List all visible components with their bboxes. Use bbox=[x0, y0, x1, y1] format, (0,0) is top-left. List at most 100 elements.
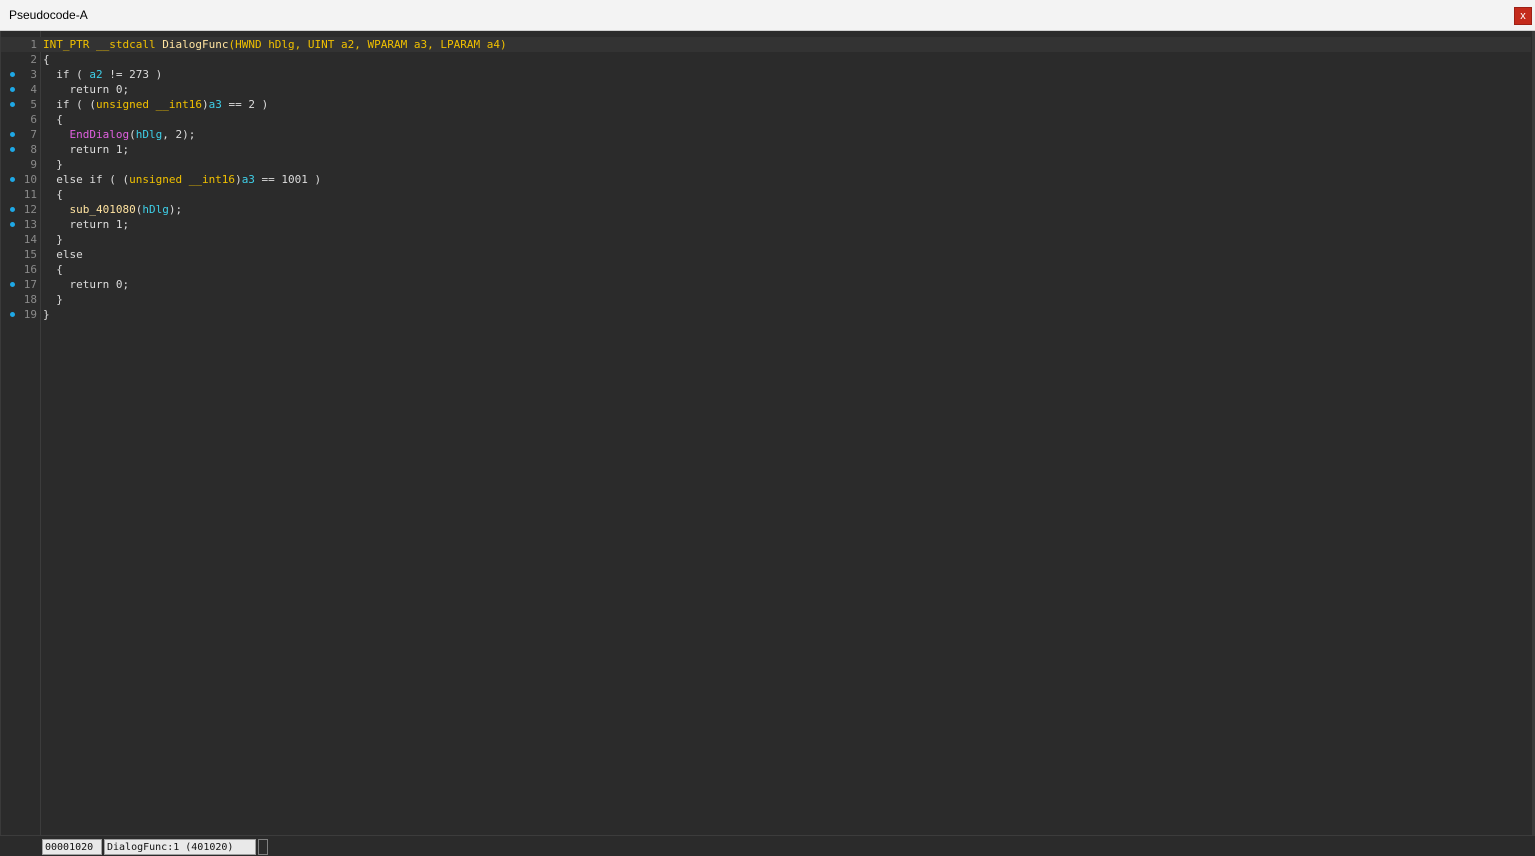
line-number: 3 bbox=[30, 68, 37, 81]
code-text: { bbox=[43, 52, 50, 67]
status-location: DialogFunc:1 (401020) bbox=[104, 839, 256, 855]
code-text: INT_PTR __stdcall DialogFunc(HWND hDlg, … bbox=[43, 37, 507, 52]
code-token: DialogFunc bbox=[162, 38, 229, 51]
code-line[interactable]: 2{ bbox=[1, 52, 1531, 67]
code-token: return 0; bbox=[43, 83, 130, 96]
code-token: } bbox=[43, 293, 63, 306]
code-line[interactable]: 15 else bbox=[1, 247, 1531, 262]
code-token: if ( bbox=[43, 68, 90, 81]
code-token: hDlg bbox=[135, 128, 163, 141]
code-token: ( bbox=[129, 128, 136, 141]
line-number: 18 bbox=[23, 293, 37, 306]
code-token: INT_PTR __stdcall bbox=[43, 38, 163, 51]
line-number: 13 bbox=[23, 218, 37, 231]
code-token: a3 bbox=[241, 173, 255, 186]
code-token: { bbox=[43, 188, 63, 201]
code-token: } bbox=[43, 158, 63, 171]
code-line[interactable]: 5 if ( (unsigned __int16)a3 == 2 ) bbox=[1, 97, 1531, 112]
code-text: } bbox=[43, 157, 63, 172]
code-text: return 1; bbox=[43, 217, 129, 232]
code-line[interactable]: 6 { bbox=[1, 112, 1531, 127]
code-line[interactable]: 17 return 0; bbox=[1, 277, 1531, 292]
line-number: 2 bbox=[30, 53, 37, 66]
code-token: unsigned __int16 bbox=[95, 98, 202, 111]
code-line[interactable]: 11 { bbox=[1, 187, 1531, 202]
code-line[interactable]: 13 return 1; bbox=[1, 217, 1531, 232]
code-text: } bbox=[43, 232, 63, 247]
line-number: 11 bbox=[23, 188, 37, 201]
code-text: return 0; bbox=[43, 277, 129, 292]
breakpoint-dot-icon[interactable] bbox=[10, 207, 15, 212]
line-number: 19 bbox=[23, 308, 37, 321]
breakpoint-dot-icon[interactable] bbox=[10, 282, 15, 287]
code-text: if ( (unsigned __int16)a3 == 2 ) bbox=[43, 97, 268, 112]
line-number: 7 bbox=[30, 128, 37, 141]
code-token: else bbox=[43, 248, 83, 261]
code-token: a3 bbox=[208, 98, 222, 111]
code-text: return 1; bbox=[43, 142, 129, 157]
code-token: hDlg bbox=[142, 203, 169, 216]
code-line[interactable]: 12 sub_401080(hDlg); bbox=[1, 202, 1531, 217]
line-number: 8 bbox=[30, 143, 37, 156]
code-token: return 1; bbox=[43, 218, 130, 231]
code-line[interactable]: 16 { bbox=[1, 262, 1531, 277]
code-text: return 0; bbox=[43, 82, 129, 97]
code-text: { bbox=[43, 112, 63, 127]
code-token: { bbox=[43, 113, 63, 126]
code-token: (HWND hDlg, UINT a2, WPARAM a3, LPARAM a… bbox=[228, 38, 507, 51]
breakpoint-dot-icon[interactable] bbox=[10, 72, 15, 77]
breakpoint-dot-icon[interactable] bbox=[10, 222, 15, 227]
line-number: 5 bbox=[30, 98, 37, 111]
code-token: == 2 ) bbox=[221, 98, 269, 111]
breakpoint-dot-icon[interactable] bbox=[10, 312, 15, 317]
code-token: ) bbox=[235, 173, 242, 186]
code-line[interactable]: 14 } bbox=[1, 232, 1531, 247]
code-line[interactable]: 4 return 0; bbox=[1, 82, 1531, 97]
breakpoint-dot-icon[interactable] bbox=[10, 177, 15, 182]
code-text: { bbox=[43, 187, 63, 202]
line-number: 1 bbox=[30, 38, 37, 51]
code-line[interactable]: 19} bbox=[1, 307, 1531, 322]
title-bar: Pseudocode-A x bbox=[0, 0, 1535, 31]
code-text: } bbox=[43, 292, 63, 307]
breakpoint-dot-icon[interactable] bbox=[10, 147, 15, 152]
breakpoint-dot-icon[interactable] bbox=[10, 87, 15, 92]
code-token: ); bbox=[168, 203, 183, 216]
code-line[interactable]: 3 if ( a2 != 273 ) bbox=[1, 67, 1531, 82]
code-token: return 0; bbox=[43, 278, 130, 291]
line-number: 4 bbox=[30, 83, 37, 96]
code-token: else if ( ( bbox=[43, 173, 130, 186]
close-button[interactable]: x bbox=[1514, 7, 1532, 25]
code-token: if ( ( bbox=[43, 98, 96, 111]
code-token: unsigned __int16 bbox=[129, 173, 236, 186]
code-text: } bbox=[43, 307, 50, 322]
code-token: ) bbox=[201, 98, 209, 111]
line-number: 15 bbox=[23, 248, 37, 261]
breakpoint-dot-icon[interactable] bbox=[10, 102, 15, 107]
line-number: 14 bbox=[23, 233, 37, 246]
code-line[interactable]: 8 return 1; bbox=[1, 142, 1531, 157]
code-line[interactable]: 18 } bbox=[1, 292, 1531, 307]
code-text: if ( a2 != 273 ) bbox=[43, 67, 162, 82]
code-line[interactable]: 1 INT_PTR __stdcall DialogFunc(HWND hDlg,… bbox=[1, 37, 1531, 52]
code-text: { bbox=[43, 262, 63, 277]
code-line[interactable]: 10 else if ( (unsigned __int16)a3 == 100… bbox=[1, 172, 1531, 187]
line-number: 9 bbox=[30, 158, 37, 171]
code-line[interactable]: 9 } bbox=[1, 157, 1531, 172]
code-token: } bbox=[43, 308, 50, 321]
line-number: 12 bbox=[23, 203, 37, 216]
code-token: != 273 ) bbox=[102, 68, 163, 81]
window-title: Pseudocode-A bbox=[9, 8, 88, 22]
code-token: } bbox=[43, 233, 63, 246]
pseudocode-editor[interactable]: 1 INT_PTR __stdcall DialogFunc(HWND hDlg,… bbox=[0, 31, 1535, 835]
line-number: 17 bbox=[23, 278, 37, 291]
breakpoint-dot-icon[interactable] bbox=[10, 132, 15, 137]
status-bar: 00001020 DialogFunc:1 (401020) bbox=[0, 835, 1535, 856]
code-token: , 2); bbox=[162, 128, 196, 141]
status-extra-cell bbox=[258, 839, 268, 855]
code-token: a2 bbox=[89, 68, 103, 81]
code-line[interactable]: 7 EndDialog(hDlg, 2); bbox=[1, 127, 1531, 142]
code-token: return 1; bbox=[43, 143, 130, 156]
code-token: EndDialog bbox=[69, 128, 130, 141]
